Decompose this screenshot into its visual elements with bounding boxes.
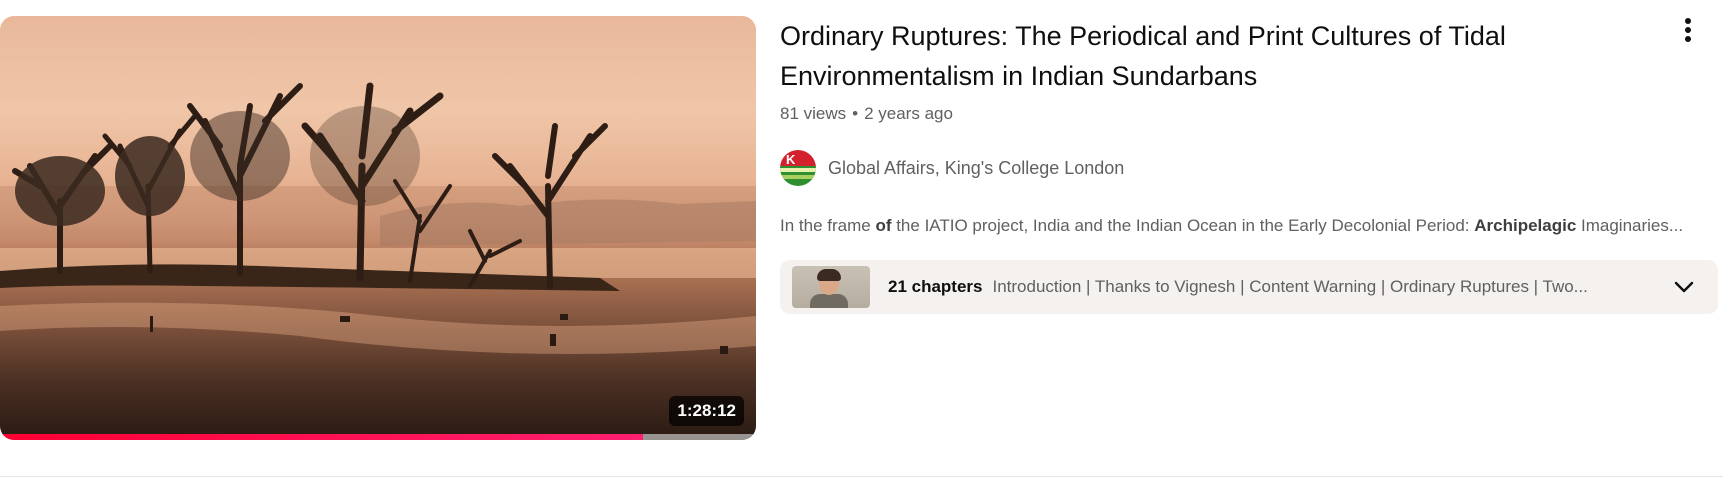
video-metadata: 81 views • 2 years ago [780,102,1720,126]
more-vert-icon[interactable] [1670,16,1706,52]
row-divider [0,476,1723,477]
chapters-list: Introduction | Thanks to Vignesh | Conte… [992,277,1588,296]
description-text: In the frame [780,216,876,235]
channel-link[interactable]: K Global Affairs, King's College London [780,148,1720,188]
video-title[interactable]: Ordinary Ruptures: The Periodical and Pr… [780,16,1640,96]
video-details: Ordinary Ruptures: The Periodical and Pr… [780,16,1720,314]
video-thumbnail[interactable]: 1:28:12 [0,16,756,440]
channel-avatar[interactable]: K [780,150,816,186]
view-count: 81 views [780,104,847,123]
description-text: Imaginaries... [1576,216,1684,235]
meta-separator: • [852,104,859,123]
video-result-row: 1:28:12 Ordinary Ruptures: The Periodica… [0,16,1723,440]
upload-age: 2 years ago [864,104,953,123]
chapters-count: 21 chapters [888,277,983,296]
channel-name[interactable]: Global Affairs, King's College London [828,158,1124,179]
watch-progress-fill [0,434,643,440]
chapters-panel[interactable]: 21 chapters Introduction | Thanks to Vig… [780,260,1718,314]
watch-progress-bar [0,434,756,440]
avatar-letter: K [786,152,796,167]
duration-badge: 1:28:12 [669,396,744,426]
chevron-down-icon[interactable] [1672,275,1696,299]
description-highlight: Archipelagic [1474,216,1577,235]
chapter-thumbnail[interactable] [792,266,870,308]
mangrove-landscape-thumbnail [0,82,756,354]
video-description-snippet: In the frame of the IATIO project, India… [780,214,1710,238]
description-text: the IATIO project, India and the Indian … [891,216,1475,235]
description-highlight: of [875,216,892,235]
